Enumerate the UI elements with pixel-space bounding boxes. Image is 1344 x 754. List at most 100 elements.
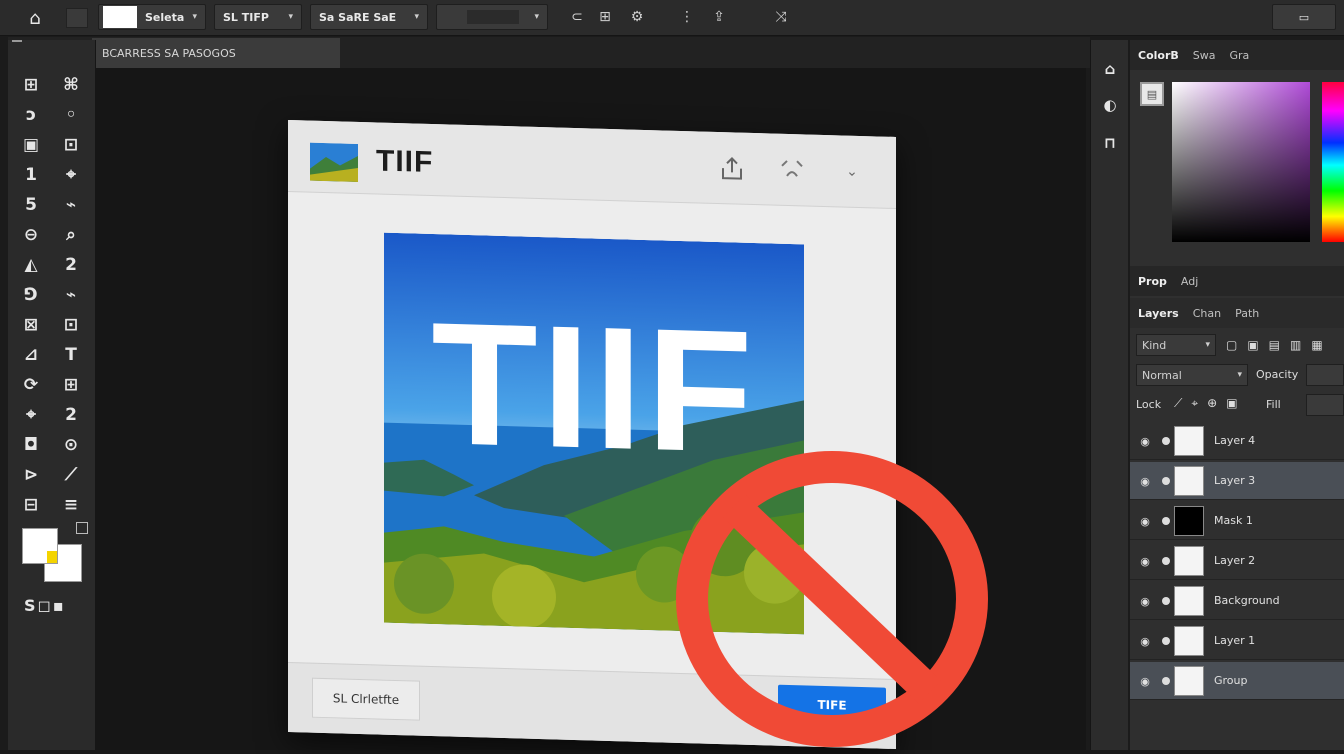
home-icon[interactable]: ⌂ [20,6,50,30]
more-icon[interactable]: ⋮ [676,6,698,28]
panel-grip[interactable] [12,40,22,46]
tool-icon[interactable]: ⌁ [56,282,86,308]
share-icon[interactable]: ⇪ [708,6,730,28]
tool-icon[interactable]: ⊙ [56,432,86,458]
tool-icon[interactable]: ⊞ [16,72,46,98]
layer-thumbnail [1174,626,1204,656]
workspace-button[interactable]: ▭ [1272,4,1336,30]
link-icon[interactable]: ⊂ [566,6,588,28]
kind-filter-dropdown[interactable]: Kind ▾ [1136,334,1216,356]
link-dot [1162,557,1170,565]
link-dot [1162,437,1170,445]
eye-icon[interactable]: ◉ [1136,634,1154,648]
export-icon[interactable] [714,150,750,187]
tool-icon[interactable]: ⟋ [56,462,86,488]
blend-mode-dropdown[interactable]: Normal ▾ [1136,364,1248,386]
tab-layers[interactable]: Layers [1138,307,1179,320]
tool-icon[interactable]: ⌕ [56,222,86,248]
fill-field[interactable] [1306,394,1344,416]
mode-swatch [103,6,137,28]
size-dropdown[interactable]: ▾ [436,4,548,30]
foreground-color-swatch[interactable] [22,528,58,564]
tool-icon[interactable]: 5 [16,192,46,218]
tool-icon[interactable]: T [56,342,86,368]
tool-icon[interactable]: ⊠ [16,312,46,338]
tool-icon[interactable]: ◘ [16,432,46,458]
preset-dropdown[interactable]: SL TIFP ▾ [214,4,302,30]
chevron-down-icon: ▾ [534,12,539,22]
tab-color[interactable]: ColorB [1138,49,1179,62]
transform-icon[interactable]: ⤨ [770,6,792,28]
type-icon[interactable]: ⊓ [1097,130,1123,156]
eye-icon[interactable]: ◉ [1136,594,1154,608]
collapse-icon[interactable] [774,152,810,189]
eye-icon[interactable]: ◉ [1136,674,1154,688]
eye-icon[interactable]: ◉ [1136,514,1154,528]
tool-icon[interactable]: ↄ [16,102,46,128]
layer-row[interactable]: ◉ Layer 3 [1130,462,1344,500]
chevron-down-icon: ▾ [1237,370,1242,380]
color-picker-icon[interactable]: ▤ [1140,82,1164,106]
tab-properties[interactable]: Prop [1138,275,1167,288]
grid-icon[interactable]: ⊞ [594,6,616,28]
tool-icon[interactable]: 2 [56,402,86,428]
tool-icon[interactable]: ◦ [56,102,86,128]
tool-icon[interactable]: 2 [56,252,86,278]
layer-row[interactable]: ◉ Background [1130,582,1344,620]
tool-icon[interactable]: ◭ [16,252,46,278]
filter-icons[interactable]: ▢▣▤▥▦ [1226,338,1333,352]
gear-icon[interactable]: ⚙ [626,6,648,28]
tool-icon[interactable]: ⊞ [56,372,86,398]
tool-icon[interactable]: ⌖ [16,402,46,428]
tool-icon[interactable]: ⌖ [56,162,86,188]
layer-row[interactable]: ◉ Layer 2 [1130,542,1344,580]
tool-icon[interactable]: 1 [16,162,46,188]
eye-icon[interactable]: ◉ [1136,554,1154,568]
tool-icon[interactable]: ⅁ [16,282,46,308]
tab-swatches[interactable]: Swa [1193,49,1216,62]
layer-row[interactable]: ◉ Layer 1 [1130,622,1344,660]
blend-mode-label: Normal [1142,368,1182,382]
layer-row[interactable]: ◉ Mask 1 [1130,502,1344,540]
layer-row[interactable]: ◉ Layer 4 [1130,422,1344,460]
tab-adjustments[interactable]: Adj [1181,275,1198,288]
color-field[interactable] [1172,82,1310,242]
panel-toggle-icon[interactable] [66,8,88,28]
hue-slider[interactable] [1322,82,1344,242]
layer-name: Background [1214,594,1280,607]
adjustments-icon[interactable]: ◐ [1097,92,1123,118]
tool-icon[interactable]: ⊡ [56,132,86,158]
opacity-field[interactable] [1306,364,1344,386]
tools-panel: ⊞ ⌘ ↄ ◦ ▣ ⊡ 1 ⌖ 5 ⌁ ⊖ ⌕ ◭ 2 ⅁ ⌁ ⊠ ⊡ ⊿ T ⟳ ⊞ ⌖ 2 ◘ ⊙ ⊳ ⟋ ⊟ ≡ S◻▪ [8,40,96,750]
tab-channels[interactable]: Chan [1193,307,1221,320]
tool-icon[interactable]: ⊿ [16,342,46,368]
history-icon[interactable]: ⌂ [1097,56,1123,82]
tool-icon[interactable]: ⌘ [56,72,86,98]
quick-mask-icon[interactable]: S◻▪ [24,596,66,615]
tab-paths[interactable]: Path [1235,307,1259,320]
tool-icon[interactable]: ≡ [56,492,86,518]
tool-icon[interactable]: ⟳ [16,372,46,398]
tool-icon[interactable]: ⊡ [56,312,86,338]
eye-icon[interactable]: ◉ [1136,474,1154,488]
secondary-button[interactable]: SL Clrletfte [312,677,420,721]
chevron-down-icon[interactable]: ⌄ [834,153,870,190]
default-colors-icon[interactable] [76,522,88,534]
lock-icons[interactable]: ⟋⌖⊕▣ [1174,396,1247,411]
layer-thumbnail [1174,666,1204,696]
tool-icon[interactable]: ⊟ [16,492,46,518]
document-tab[interactable]: BCARRESS SA PASOGOS [92,38,340,68]
tool-icon[interactable]: ▣ [16,132,46,158]
link-dot [1162,677,1170,685]
mode-dropdown[interactable]: Seleta ▾ [98,4,206,30]
tool-icon[interactable]: ⌁ [56,192,86,218]
size-field[interactable] [467,10,519,24]
chevron-down-icon: ▾ [288,12,293,22]
tool-icon[interactable]: ⊖ [16,222,46,248]
style-dropdown[interactable]: Sa SaRE SaE ▾ [310,4,428,30]
tool-icon[interactable]: ⊳ [16,462,46,488]
layer-row[interactable]: ◉ Group [1130,662,1344,700]
eye-icon[interactable]: ◉ [1136,434,1154,448]
tab-gradients[interactable]: Gra [1230,49,1250,62]
chevron-down-icon: ▾ [1205,340,1210,350]
